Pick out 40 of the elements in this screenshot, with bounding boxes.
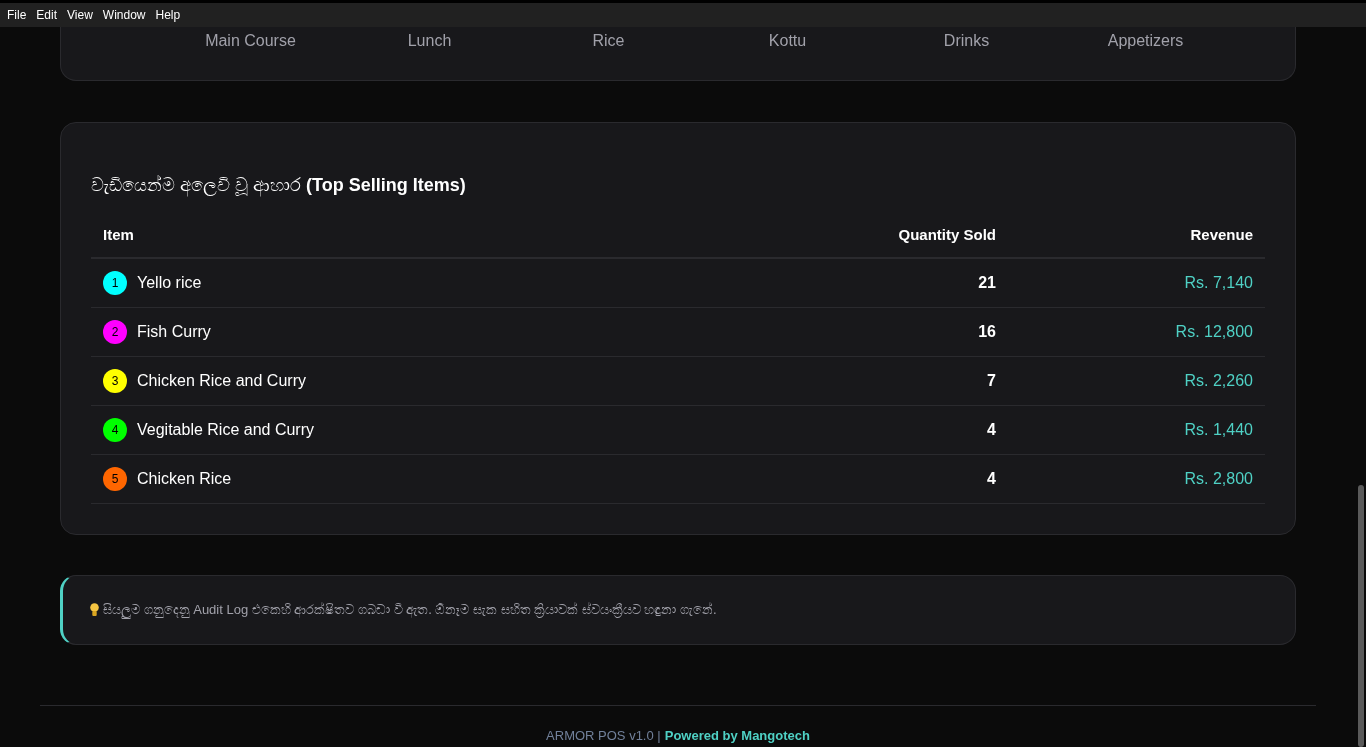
item-name: Chicken Rice and Curry [137,371,306,391]
category-tab[interactable]: Main Course [161,29,340,53]
rank-badge: 1 [103,271,127,295]
menu-item[interactable]: Window [97,6,151,24]
quantity-cell-text: 16 [978,322,996,342]
version-text: ARMOR POS v1.0 | [546,727,661,745]
column-header: Item [103,224,135,245]
quantity-cell-text: 21 [978,273,996,293]
item-name: Fish Curry [137,322,211,342]
quantity-cell-text: 4 [987,469,996,489]
rank-badge: 3 [103,369,127,393]
column-header: Revenue [1190,224,1253,245]
powered-by-link[interactable]: Powered by Mangotech [664,726,810,746]
quantity-cell-text: 4 [987,420,996,440]
item-name: Vegitable Rice and Curry [137,420,314,440]
revenue-cell-text: Rs. 12,800 [1175,322,1253,342]
category-tab[interactable]: Kottu [698,29,877,53]
menu-item[interactable]: Help [150,6,186,24]
rank-badge: 4 [103,418,127,442]
menu-item[interactable]: View [62,6,98,24]
category-tab[interactable]: Lunch [340,29,519,53]
rank-badge: 5 [103,467,127,491]
category-tab[interactable]: Drinks [877,29,1056,53]
notice-text: සියලුම ගනුදෙනු Audit Log එකෙහි ආරක්ෂිතව ගබඩා වී ඇත. ඕනෑම සැක සහිත ක්‍රියාවක් ස්වයංක්‍රීයව හඳුනා ගැනේ. [103,601,717,620]
scrollbar-thumb[interactable] [1358,485,1364,747]
item-name: Chicken Rice [137,469,232,489]
quantity-cell-text: 7 [987,371,996,391]
revenue-cell-text: Rs. 2,800 [1184,469,1253,489]
category-tab[interactable]: Appetizers [1056,29,1235,53]
rank-badge: 2 [103,320,127,344]
revenue-cell-text: Rs. 1,440 [1184,420,1253,440]
menu-item[interactable]: File [2,6,32,24]
menu-item[interactable]: Edit [31,6,63,24]
revenue-cell-text: Rs. 7,140 [1184,273,1253,293]
lightbulb-icon [90,603,99,617]
item-name: Yello rice [137,273,202,293]
column-header: Quantity Sold [898,224,996,245]
category-tab[interactable]: Rice [519,29,698,53]
section-title: වැඩියෙන්ම අලෙවි වූ ආහාර (Top Selling Items) [91,174,467,199]
revenue-cell-text: Rs. 2,260 [1184,371,1253,391]
